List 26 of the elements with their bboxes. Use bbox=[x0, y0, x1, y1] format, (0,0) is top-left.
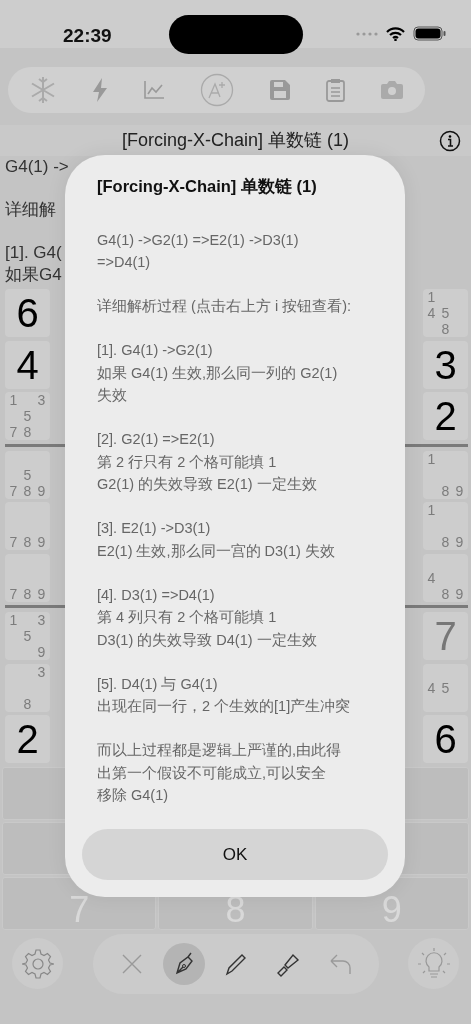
dialog-message-line: 第 2 行只有 2 个格可能填 1 bbox=[97, 452, 277, 472]
dialog-message-line: 失效 bbox=[97, 386, 127, 406]
explanation-text: [1]. G4( bbox=[5, 242, 62, 264]
dialog-message-line: G2(1) 的失效导致 E2(1) 一定生效 bbox=[97, 475, 317, 495]
dialog-message-line: 如果 G4(1) 生效,那么同一列的 G2(1) bbox=[97, 363, 338, 383]
status-time: 22:39 bbox=[63, 24, 112, 48]
explanation-text: G4(1) -> bbox=[5, 156, 69, 178]
dialog-message-line: E2(1) 生效,那么同一宫的 D3(1) 失效 bbox=[97, 541, 335, 561]
dialog-message-line: D3(1) 的失效导致 D4(1) 一定生效 bbox=[97, 630, 317, 650]
dialog-message-line: [1]. G4(1) ->G2(1) bbox=[97, 341, 213, 361]
explanation-text: 如果G4 bbox=[5, 263, 62, 285]
dialog-message-line: [3]. E2(1) ->D3(1) bbox=[97, 519, 211, 539]
explanation-text: 详细解 bbox=[5, 199, 56, 221]
dialog-message-line: 而以上过程都是逻辑上严谨的,由此得 bbox=[97, 741, 342, 761]
dialog-message-line: 出第一个假设不可能成立,可以安全 bbox=[97, 763, 327, 783]
dialog-message-line: [2]. G2(1) =>E2(1) bbox=[97, 430, 215, 450]
dialog-message-line: G4(1) ->G2(1) =>E2(1) ->D3(1) bbox=[97, 230, 299, 250]
dialog-message-line: 详细解析过程 (点击右上方 i 按钮查看): bbox=[97, 297, 351, 317]
dialog-message-line: 第 4 列只有 2 个格可能填 1 bbox=[97, 608, 277, 628]
dialog-title: [Forcing-X-Chain] 单数链 (1) bbox=[97, 177, 317, 197]
dialog-message-line: =>D4(1) bbox=[97, 253, 151, 273]
dialog-message-line: 移除 G4(1) bbox=[97, 786, 169, 806]
dialog-message-line: 出现在同一行，2 个生效的[1]产生冲突 bbox=[97, 697, 351, 717]
hint-title: [Forcing-X-Chain] 单数链 (1) bbox=[121, 129, 350, 152]
dialog-message-line: [5]. D4(1) 与 G4(1) bbox=[97, 674, 218, 694]
dialog-message-line: [4]. D3(1) =>D4(1) bbox=[97, 585, 215, 605]
